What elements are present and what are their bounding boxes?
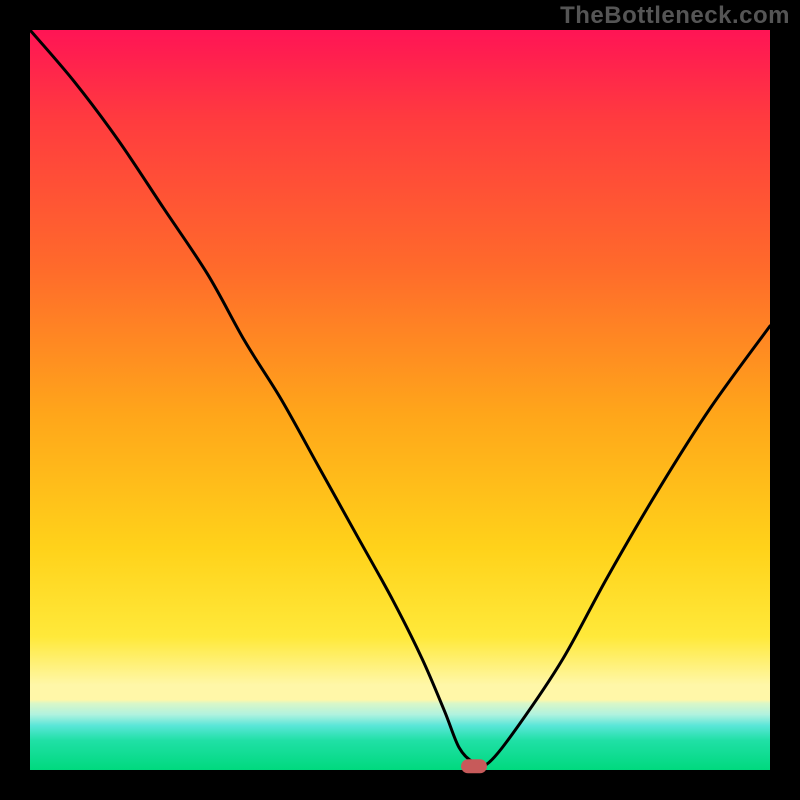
chart-frame: TheBottleneck.com [0, 0, 800, 800]
bottleneck-curve [30, 30, 770, 770]
watermark-text: TheBottleneck.com [560, 2, 790, 30]
curve-path [30, 30, 770, 766]
minimum-marker [461, 759, 487, 773]
plot-area [30, 30, 770, 770]
